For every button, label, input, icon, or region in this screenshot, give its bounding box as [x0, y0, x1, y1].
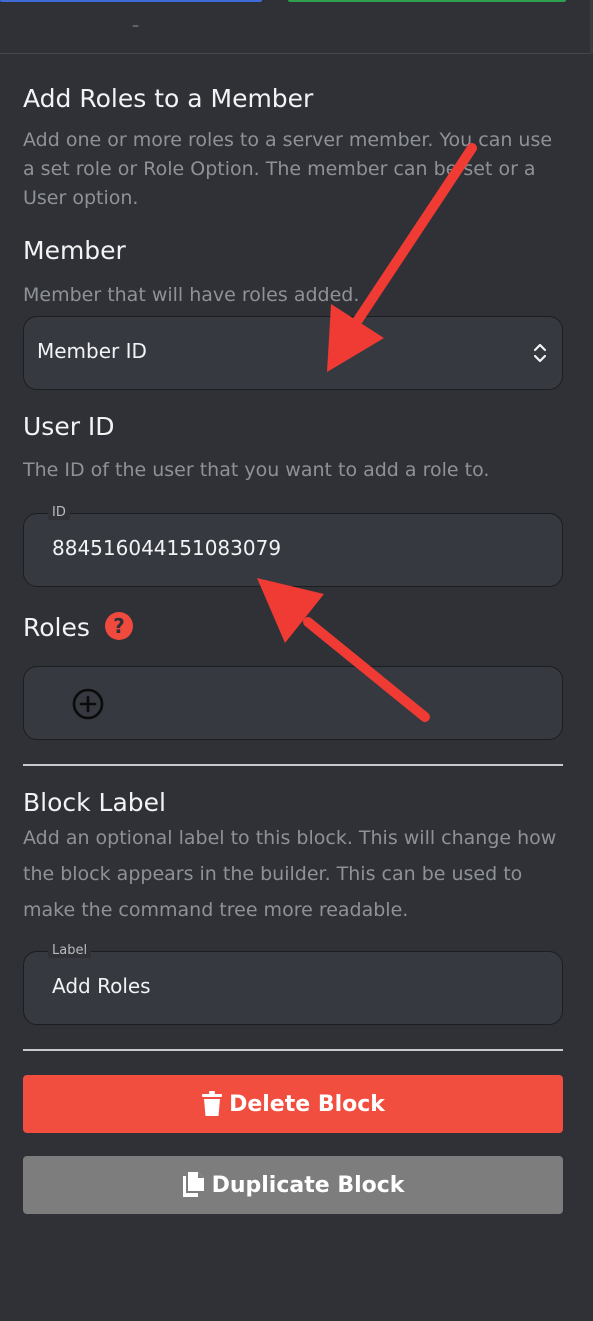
roles-heading: Roles — [23, 613, 90, 642]
user-id-description: The ID of the user that you want to add … — [23, 459, 490, 481]
user-id-heading: User ID — [23, 412, 115, 441]
block-label-input[interactable]: Label Add Roles — [23, 944, 563, 1025]
roles-field — [23, 666, 563, 740]
section-divider — [23, 1049, 563, 1051]
trash-icon — [202, 1091, 223, 1116]
delete-block-button[interactable]: Delete Block — [23, 1075, 563, 1133]
panel-title: Add Roles to a Member — [23, 84, 314, 113]
block-label-field-label: Label — [48, 944, 92, 958]
member-heading: Member — [23, 236, 126, 265]
member-description: Member that will have roles added. — [23, 284, 360, 306]
block-label-description: Add an optional label to this block. Thi… — [23, 827, 557, 921]
block-label-heading: Block Label — [23, 788, 167, 817]
section-divider — [23, 764, 563, 766]
member-select-value: Member ID — [37, 339, 147, 363]
user-id-field-value: 884516044151083079 — [52, 536, 282, 560]
user-id-input[interactable]: ID 884516044151083079 — [23, 506, 563, 587]
delete-block-label: Delete Block — [229, 1091, 385, 1117]
chevron-updown-icon — [533, 343, 547, 363]
tab-indicator-blue — [0, 0, 262, 2]
block-label-field-value: Add Roles — [52, 974, 151, 998]
duplicate-block-label: Duplicate Block — [211, 1172, 405, 1198]
member-select[interactable]: Member ID — [23, 316, 563, 390]
help-icon[interactable]: ? — [105, 612, 133, 640]
minimize-icon[interactable]: – — [132, 18, 139, 34]
top-bar: – — [0, 0, 593, 54]
duplicate-block-button[interactable]: Duplicate Block — [23, 1156, 563, 1214]
copy-icon — [182, 1172, 204, 1197]
user-id-field-label: ID — [48, 506, 70, 520]
add-circle-icon[interactable] — [71, 687, 105, 721]
tab-indicator-green — [288, 0, 566, 2]
panel-description: Add one or more roles to a server member… — [23, 129, 553, 209]
